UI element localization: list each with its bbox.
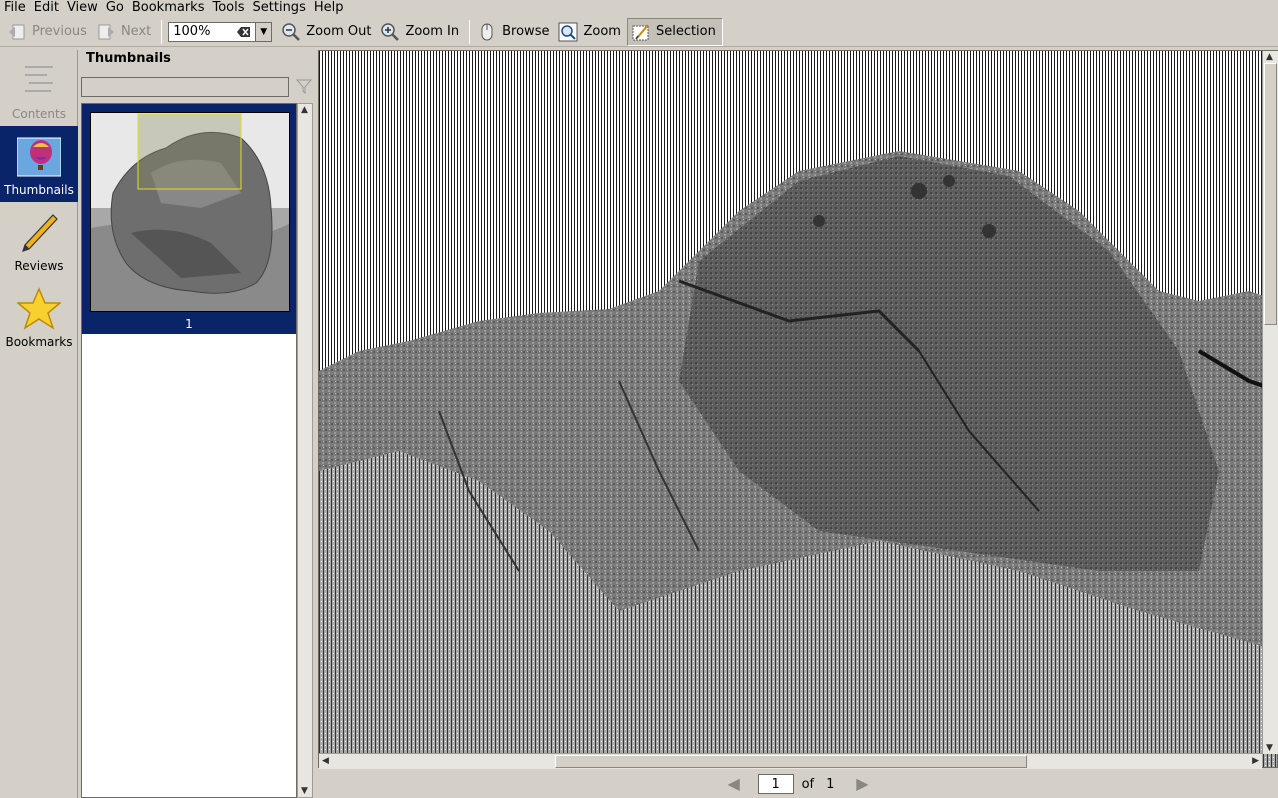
zoom-tool-icon [558, 22, 578, 42]
toolbar-separator [469, 19, 471, 44]
contents-icon [17, 59, 61, 103]
browse-label: Browse [502, 24, 550, 39]
scroll-left-icon[interactable]: ◀ [322, 756, 329, 766]
selection-icon [631, 22, 651, 42]
sidebar-item-bookmarks[interactable]: Bookmarks [0, 278, 78, 354]
scroll-down-icon[interactable]: ▼ [1266, 743, 1273, 753]
zoom-input[interactable] [169, 24, 230, 39]
zoom-out-label: Zoom Out [306, 24, 372, 39]
mouse-icon [477, 22, 497, 42]
selection-label: Selection [655, 24, 716, 39]
zoom-in-button[interactable]: Zoom In [377, 18, 465, 46]
menu-help[interactable]: Help [310, 1, 348, 15]
scroll-up-icon[interactable]: ▲ [1266, 52, 1273, 62]
menu-go[interactable]: Go [102, 1, 128, 15]
document-image [319, 51, 1277, 767]
sidebar-item-contents[interactable]: Contents [0, 50, 78, 126]
balloon-image-icon [16, 135, 62, 179]
sidebar-item-label: Contents [12, 107, 66, 121]
menu-bookmarks[interactable]: Bookmarks [128, 1, 209, 15]
toolbar: Previous Next ▼ Zoom Out Zoom In Browse [0, 17, 1278, 47]
thumbnail-list[interactable]: 1 [81, 103, 297, 798]
previous-label: Previous [32, 24, 87, 39]
menu-bar: File Edit View Go Bookmarks Tools Settin… [0, 0, 1278, 16]
thumbnail-search-input[interactable] [81, 77, 289, 97]
star-icon [15, 287, 63, 331]
filter-icon[interactable] [295, 78, 313, 95]
sidebar-item-reviews[interactable]: Reviews [0, 202, 78, 278]
menu-edit[interactable]: Edit [30, 1, 63, 15]
page-number-input[interactable] [757, 774, 794, 794]
scroll-right-icon[interactable]: ▶ [1252, 756, 1259, 766]
menu-settings[interactable]: Settings [249, 1, 310, 15]
thumbnail-scrollbar[interactable]: ▲ ▼ [297, 103, 313, 798]
previous-button[interactable]: Previous [4, 18, 93, 46]
zoom-in-label: Zoom In [405, 24, 460, 39]
next-page-arrow-icon[interactable]: ▶ [852, 774, 872, 794]
menu-view[interactable]: View [63, 1, 102, 15]
selection-button[interactable]: Selection [626, 17, 723, 46]
sidebar-item-thumbnails[interactable]: Thumbnails [0, 126, 78, 202]
sidebar-item-label: Thumbnails [4, 183, 74, 197]
thumbnail-page-number: 1 [185, 317, 193, 331]
zoom-out-button[interactable]: Zoom Out [278, 18, 377, 46]
zoom-out-icon [281, 22, 301, 42]
zoom-in-icon [380, 22, 400, 42]
prev-page-arrow-icon[interactable]: ◀ [724, 774, 744, 794]
next-page-icon [96, 22, 116, 42]
sidebar-item-label: Bookmarks [5, 335, 73, 349]
thumbnails-panel: Thumbnails 1 ▲ ▼ [80, 50, 316, 798]
document-view[interactable] [318, 50, 1278, 768]
scroll-thumb[interactable] [555, 755, 1027, 768]
scroll-up-icon[interactable]: ▲ [301, 105, 308, 115]
chevron-down-icon[interactable]: ▼ [255, 22, 272, 41]
zoom-tool-button[interactable]: Zoom [555, 18, 626, 46]
page-of-label: of [801, 776, 815, 792]
clear-icon[interactable] [237, 26, 251, 38]
toolbar-separator [161, 19, 163, 44]
panel-title: Thumbnails [86, 51, 171, 66]
pencil-icon [17, 211, 61, 255]
sidebar: Contents Thumbnails Reviews Bookmarks [0, 50, 78, 798]
document-horizontal-scrollbar[interactable]: ◀ ▶ [319, 753, 1262, 769]
menu-file[interactable]: File [0, 1, 30, 15]
scroll-down-icon[interactable]: ▼ [301, 786, 308, 796]
page-total: 1 [826, 776, 835, 792]
scroll-thumb[interactable] [1264, 63, 1277, 325]
next-button[interactable]: Next [93, 18, 157, 46]
sidebar-item-label: Reviews [14, 259, 64, 273]
zoom-combo[interactable]: ▼ [168, 21, 273, 42]
thumbnail-image [90, 112, 290, 312]
document-vertical-scrollbar[interactable]: ▲ ▼ [1262, 51, 1278, 754]
menu-tools[interactable]: Tools [208, 1, 248, 15]
zoom-tool-label: Zoom [583, 24, 621, 39]
next-label: Next [120, 24, 152, 39]
thumbnail-item[interactable]: 1 [82, 104, 296, 334]
page-navigation: ◀ of 1 ▶ [318, 770, 1278, 798]
browse-button[interactable]: Browse [474, 18, 555, 46]
previous-page-icon [7, 22, 27, 42]
